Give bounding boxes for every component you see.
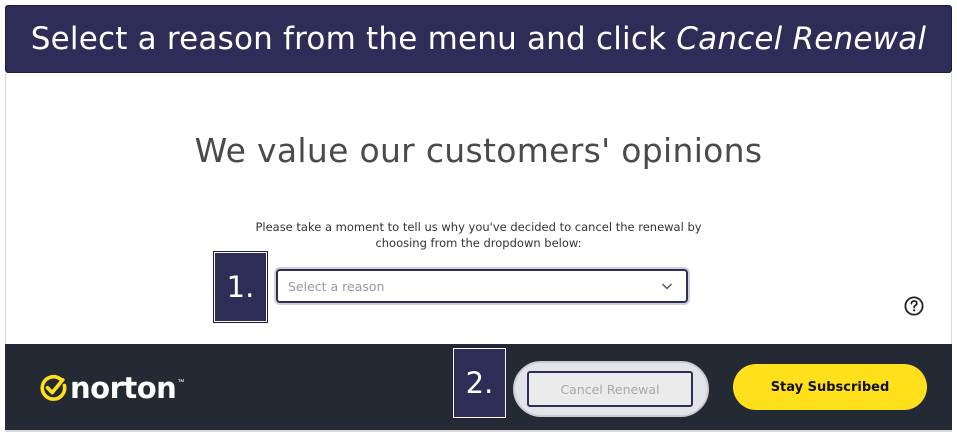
screenshot-frame: Select a reason from the menu and click … <box>0 0 957 437</box>
question-circle-icon[interactable] <box>904 296 924 316</box>
page-title: We value our customers' opinions <box>194 131 763 170</box>
page-description: Please take a moment to tell us why you'… <box>6 219 951 251</box>
reason-dropdown[interactable]: Select a reason <box>276 269 688 303</box>
cancel-renewal-panel: We value our customers' opinions Please … <box>5 73 952 344</box>
stay-subscribed-button[interactable]: Stay Subscribed <box>733 364 927 410</box>
instruction-banner: Select a reason from the menu and click … <box>5 5 952 73</box>
banner-emphasis: Cancel Renewal <box>676 21 927 57</box>
chevron-down-icon <box>661 283 673 290</box>
description-line-2: choosing from the dropdown below: <box>375 236 582 250</box>
description-line-1: Please take a moment to tell us why you'… <box>255 220 702 234</box>
bottom-border <box>5 430 952 432</box>
step-2-marker: 2. <box>453 348 506 418</box>
reason-dropdown-placeholder: Select a reason <box>288 278 385 294</box>
norton-wordmark: norton <box>70 371 177 405</box>
step-1-marker: 1. <box>214 252 267 322</box>
norton-check-icon <box>40 374 67 401</box>
trademark-symbol: ™ <box>177 379 185 386</box>
cancel-renewal-button[interactable]: Cancel Renewal <box>527 371 693 407</box>
norton-logo: norton ™ <box>38 373 184 403</box>
banner-text: Select a reason from the menu and click <box>30 21 677 57</box>
